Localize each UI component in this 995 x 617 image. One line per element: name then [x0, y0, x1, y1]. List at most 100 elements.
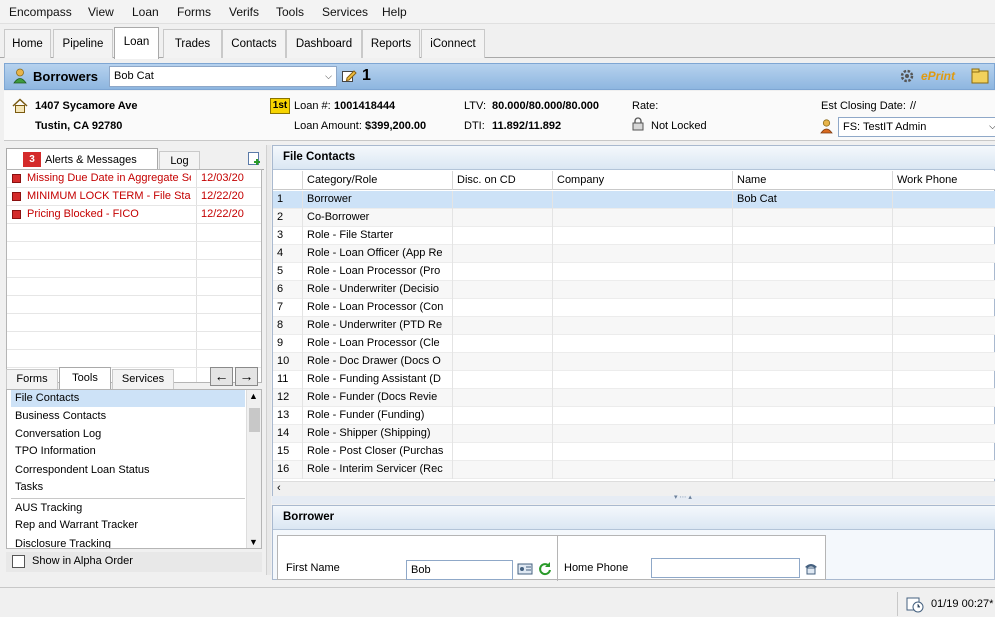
cell-company	[553, 245, 733, 263]
table-row[interactable]: 7 Role - Loan Processor (Con	[273, 299, 995, 317]
table-row[interactable]: 11 Role - Funding Assistant (D	[273, 371, 995, 389]
scroll-down-icon[interactable]: ▼	[249, 537, 258, 547]
alerts-list: Missing Due Date in Aggregate Se 12/03/2…	[6, 169, 262, 383]
borrower-pair-select[interactable]: Bob Cat ⌵	[109, 66, 337, 87]
add-note-icon[interactable]	[247, 151, 262, 166]
phone-icon[interactable]	[803, 561, 819, 575]
tab-dashboard[interactable]: Dashboard	[286, 29, 362, 58]
cell-work-phone	[893, 317, 995, 335]
est-closing-date-value: //	[910, 100, 917, 112]
grid-header-company[interactable]: Company	[553, 171, 733, 190]
table-row[interactable]: 2 Co-Borrower	[273, 209, 995, 227]
menu-verifs[interactable]: Verifs	[229, 5, 259, 19]
tab-pipeline[interactable]: Pipeline	[53, 29, 113, 58]
loan-amount-value: $399,200.00	[365, 120, 427, 132]
alert-row-empty	[7, 224, 261, 242]
refresh-icon[interactable]	[537, 561, 552, 576]
tab-reports[interactable]: Reports	[362, 29, 420, 58]
rate-label: Rate:	[632, 100, 659, 112]
tool-item-conversation-log[interactable]: Conversation Log	[11, 426, 245, 443]
alpha-order-checkbox[interactable]	[12, 555, 25, 568]
tool-item-tpo-information[interactable]: TPO Information	[11, 443, 245, 460]
cell-company	[553, 389, 733, 407]
arrow-right-icon[interactable]: →	[235, 367, 258, 386]
alert-message: Missing Due Date in Aggregate Se	[27, 172, 191, 184]
tool-item-correspondent-loan-status[interactable]: Correspondent Loan Status	[11, 462, 245, 479]
tools-scrollbar[interactable]: ▲ ▼	[246, 390, 261, 548]
cell-category-role: Role - Loan Officer (App Re	[303, 245, 453, 263]
cell-name	[733, 227, 893, 245]
tab-services[interactable]: Services	[112, 369, 174, 389]
horizontal-splitter[interactable]: ▾ ⋯ ▴	[272, 494, 995, 504]
table-row[interactable]: 3 Role - File Starter	[273, 227, 995, 245]
assignee-select[interactable]: FS: TestIT Admin ⌵	[838, 117, 995, 137]
table-row[interactable]: 5 Role - Loan Processor (Pro	[273, 263, 995, 281]
menu-loan[interactable]: Loan	[132, 5, 159, 19]
address-book-icon[interactable]	[517, 562, 533, 576]
menu-services[interactable]: Services	[322, 5, 368, 19]
grid-horizontal-scrollbar[interactable]: ‹	[273, 481, 995, 496]
first-name-field[interactable]	[406, 560, 513, 580]
menu-encompass[interactable]: Encompass	[9, 5, 72, 19]
table-row[interactable]: 14 Role - Shipper (Shipping)	[273, 425, 995, 443]
alert-row-empty	[7, 332, 261, 350]
tab-trades[interactable]: Trades	[163, 29, 222, 58]
menu-tools[interactable]: Tools	[276, 5, 304, 19]
tab-forms[interactable]: Forms	[6, 369, 58, 389]
cell-rownum: 15	[273, 443, 303, 461]
alert-row[interactable]: Pricing Blocked - FICO 12/22/20	[7, 206, 261, 224]
folder-icon[interactable]	[971, 67, 989, 85]
menu-help[interactable]: Help	[382, 5, 407, 19]
lock-icon	[632, 117, 644, 131]
cell-disc-on-cd	[453, 407, 553, 425]
table-row[interactable]: 9 Role - Loan Processor (Cle	[273, 335, 995, 353]
table-row[interactable]: 1 Borrower Bob Cat	[273, 191, 995, 209]
menu-forms[interactable]: Forms	[177, 5, 211, 19]
table-row[interactable]: 12 Role - Funder (Docs Revie	[273, 389, 995, 407]
arrow-left-icon[interactable]: ←	[210, 367, 233, 386]
tab-tools[interactable]: Tools	[59, 367, 111, 389]
ltv-label: LTV:	[464, 100, 487, 112]
gear-icon[interactable]	[899, 68, 915, 84]
alert-row[interactable]: Missing Due Date in Aggregate Se 12/03/2…	[7, 170, 261, 188]
eprint-link[interactable]: ePrint	[921, 69, 955, 83]
scroll-left-icon[interactable]: ‹	[277, 482, 281, 494]
alert-row-empty	[7, 350, 261, 368]
table-row[interactable]: 6 Role - Underwriter (Decisio	[273, 281, 995, 299]
grid-header-category-role[interactable]: Category/Role	[303, 171, 453, 190]
tool-item-file-contacts[interactable]: File Contacts	[11, 390, 245, 407]
menu-view[interactable]: View	[88, 5, 114, 19]
cell-work-phone	[893, 389, 995, 407]
edit-pencil-icon[interactable]	[341, 68, 357, 84]
scroll-up-icon[interactable]: ▲	[249, 391, 258, 401]
table-row[interactable]: 16 Role - Interim Servicer (Rec	[273, 461, 995, 479]
tool-item-business-contacts[interactable]: Business Contacts	[11, 408, 245, 425]
tool-item-tasks[interactable]: Tasks	[11, 479, 245, 496]
cell-name	[733, 353, 893, 371]
grid-header-work-phone[interactable]: Work Phone	[893, 171, 995, 190]
table-row[interactable]: 8 Role - Underwriter (PTD Re	[273, 317, 995, 335]
tab-loan[interactable]: Loan	[114, 27, 159, 59]
tool-item-disclosure-tracking[interactable]: Disclosure Tracking	[11, 536, 245, 548]
cell-rownum: 11	[273, 371, 303, 389]
tool-item-aus-tracking[interactable]: AUS Tracking	[11, 500, 245, 517]
menu-bar: Encompass View Loan Forms Verifs Tools S…	[0, 0, 995, 24]
grid-header-name[interactable]: Name	[733, 171, 893, 190]
tab-iconnect[interactable]: iConnect	[421, 29, 485, 58]
table-row[interactable]: 4 Role - Loan Officer (App Re	[273, 245, 995, 263]
grid-header-disc-on-cd[interactable]: Disc. on CD	[453, 171, 553, 190]
table-row[interactable]: 15 Role - Post Closer (Purchas	[273, 443, 995, 461]
table-row[interactable]: 10 Role - Doc Drawer (Docs O	[273, 353, 995, 371]
scroll-thumb[interactable]	[249, 408, 260, 432]
tab-contacts[interactable]: Contacts	[222, 29, 286, 58]
alert-row[interactable]: MINIMUM LOCK TERM - File Starte 12/22/20	[7, 188, 261, 206]
tool-item-rep-warrant-tracker[interactable]: Rep and Warrant Tracker	[11, 517, 245, 534]
cell-disc-on-cd	[453, 209, 553, 227]
vertical-splitter[interactable]	[266, 145, 271, 575]
house-icon	[12, 98, 28, 114]
home-phone-field[interactable]	[651, 558, 800, 578]
table-row[interactable]: 13 Role - Funder (Funding)	[273, 407, 995, 425]
tab-home[interactable]: Home	[4, 29, 51, 58]
tab-alerts-messages[interactable]: 3 Alerts & Messages	[6, 148, 158, 171]
tab-log[interactable]: Log	[159, 151, 200, 171]
